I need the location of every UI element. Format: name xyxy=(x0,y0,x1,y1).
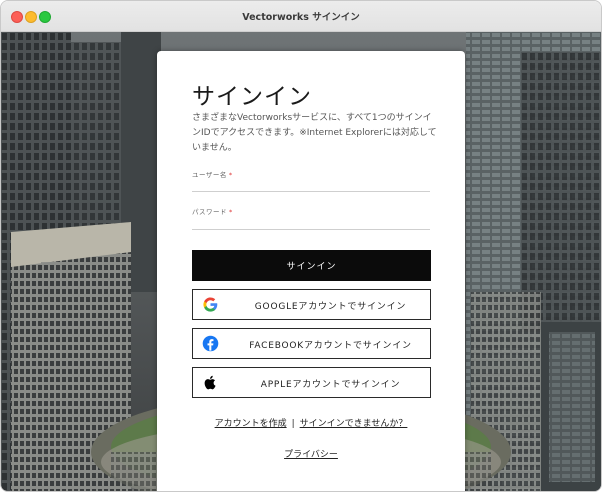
apple-signin-button[interactable]: APPLEアカウントでサインイン xyxy=(192,367,431,398)
facebook-signin-label: FACEBOOKアカウントでサインイン xyxy=(249,341,412,351)
username-input[interactable] xyxy=(192,175,430,192)
title-bar: Vectorworks サインイン xyxy=(1,1,601,32)
google-icon xyxy=(203,297,218,312)
link-separator: | xyxy=(291,419,295,429)
google-signin-label: GOOGLEアカウントでサインイン xyxy=(254,302,407,312)
apple-icon xyxy=(204,375,216,390)
browser-window: Vectorworks サインイン サインイン さまざまなVectorworks… xyxy=(0,0,602,492)
trouble-signing-in-link[interactable]: サインインできませんか？ xyxy=(300,419,408,429)
signin-button[interactable]: サインイン xyxy=(192,250,431,281)
facebook-icon xyxy=(202,335,219,352)
password-input[interactable] xyxy=(192,213,430,230)
google-signin-button[interactable]: GOOGLEアカウントでサインイン xyxy=(192,289,431,320)
signin-intro-text: さまざまなVectorworksサービスに、すべて1つのサインインIDでアクセス… xyxy=(192,113,437,153)
facebook-signin-button[interactable]: FACEBOOKアカウントでサインイン xyxy=(192,328,431,359)
privacy-link[interactable]: プライバシー xyxy=(284,450,338,460)
apple-signin-label: APPLEアカウントでサインイン xyxy=(260,380,401,390)
create-account-link[interactable]: アカウントを作成 xyxy=(215,419,287,429)
signin-heading: サインイン xyxy=(192,84,312,110)
window-title: Vectorworks サインイン xyxy=(242,12,360,23)
signin-card: サインイン さまざまなVectorworksサービスに、すべて1つのサインインI… xyxy=(157,51,465,491)
privacy-footer: プライバシー xyxy=(157,447,465,460)
account-links: アカウントを作成 | サインインできませんか？ xyxy=(157,416,465,429)
